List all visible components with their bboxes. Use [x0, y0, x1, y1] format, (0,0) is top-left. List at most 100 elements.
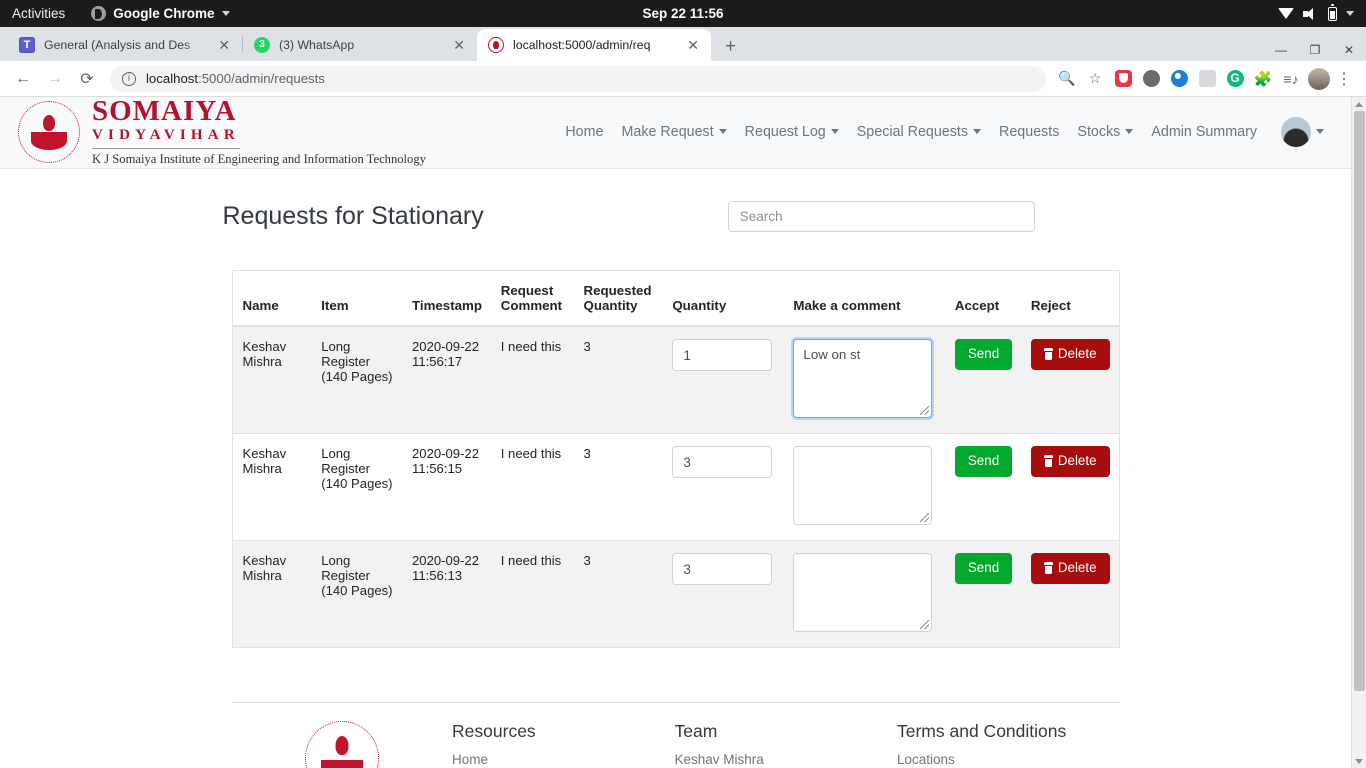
comment-textarea[interactable] — [793, 553, 933, 632]
close-icon[interactable]: ✕ — [684, 36, 702, 54]
page-scrollbar[interactable] — [1351, 97, 1366, 768]
kebab-menu-icon[interactable]: ⋮ — [1334, 69, 1358, 89]
cell-item: Long Register (140 Pages) — [311, 433, 403, 541]
maximize-button[interactable]: ❐ — [1298, 43, 1332, 57]
table-header-row: Name Item Timestamp Request Comment Requ… — [232, 271, 1119, 327]
somaiya-icon — [488, 37, 504, 53]
requests-table-container: Name Item Timestamp Request Comment Requ… — [231, 270, 1120, 648]
bug-extension-icon[interactable] — [1138, 66, 1164, 92]
site-footer: © 2020 Resources Home Make requests Requ… — [231, 702, 1120, 768]
cell-item: Long Register (140 Pages) — [311, 540, 403, 647]
os-status-tray[interactable] — [1278, 4, 1366, 21]
reading-list-icon[interactable]: ≡♪ — [1278, 66, 1304, 92]
table-body: Keshav Mishra Long Register (140 Pages) … — [232, 325, 1119, 647]
whatsapp-icon — [254, 37, 270, 53]
bookmark-star-icon[interactable]: ☆ — [1082, 66, 1108, 92]
scroll-up-button[interactable] — [1352, 97, 1366, 111]
cell-accept: Send — [944, 433, 1021, 541]
search-icon[interactable]: 🔍 — [1054, 66, 1080, 92]
cell-reject: Delete — [1020, 325, 1119, 434]
send-button[interactable]: Send — [954, 339, 1013, 370]
nav-item-special-requests[interactable]: Special Requests — [848, 118, 990, 146]
page-viewport: SOMAIYA VIDYAVIHAR K J Somaiya Institute… — [0, 97, 1366, 768]
nav-item-make-request[interactable]: Make Request — [612, 118, 735, 146]
page-content: SOMAIYA VIDYAVIHAR K J Somaiya Institute… — [0, 97, 1351, 768]
nav-item-stocks[interactable]: Stocks — [1068, 118, 1142, 146]
cell-requested-quantity: 3 — [573, 433, 663, 541]
footer-link-team-member[interactable]: Keshav Mishra — [675, 752, 897, 767]
grid-extension-icon[interactable] — [1194, 66, 1220, 92]
nav-item-home[interactable]: Home — [556, 118, 612, 146]
delete-button[interactable]: Delete — [1030, 553, 1110, 584]
search-input[interactable] — [727, 201, 1035, 232]
comment-textarea[interactable] — [791, 337, 935, 420]
close-window-button[interactable]: ✕ — [1332, 43, 1366, 57]
tab-title: localhost:5000/admin/req — [513, 38, 651, 52]
quantity-input[interactable] — [672, 553, 773, 585]
activities-button[interactable]: Activities — [0, 6, 79, 21]
scroll-down-button[interactable] — [1352, 754, 1366, 768]
quantity-input[interactable] — [672, 446, 773, 478]
column-header-name: Name — [232, 271, 312, 327]
address-bar-url: localhost:5000/admin/requests — [146, 71, 325, 86]
cell-accept: Send — [944, 325, 1021, 434]
forward-button[interactable]: → — [40, 70, 70, 88]
nav-label: Admin Summary — [1151, 123, 1257, 140]
teams-icon — [19, 37, 35, 53]
puzzle-extensions-icon[interactable]: 🧩 — [1250, 66, 1276, 92]
site-info-icon[interactable]: i — [122, 71, 136, 86]
column-header-item: Item — [311, 271, 403, 327]
chevron-down-icon — [718, 129, 727, 134]
page-title: Requests for Stationary — [222, 202, 484, 230]
close-icon[interactable]: ✕ — [215, 36, 233, 54]
column-header-quantity: Quantity — [662, 271, 784, 327]
cell-reject: Delete — [1020, 540, 1119, 647]
chevron-down-icon — [1346, 11, 1354, 16]
nav-item-request-log[interactable]: Request Log — [736, 118, 848, 146]
site-header: SOMAIYA VIDYAVIHAR K J Somaiya Institute… — [0, 97, 1351, 169]
scrollbar-thumb[interactable] — [1354, 111, 1365, 691]
close-icon[interactable]: ✕ — [450, 36, 468, 54]
browser-tab-active[interactable]: localhost:5000/admin/req ✕ — [477, 29, 711, 61]
delete-button[interactable]: Delete — [1030, 339, 1110, 370]
footer-link-home[interactable]: Home — [452, 752, 674, 767]
browser-tab[interactable]: (3) WhatsApp ✕ — [243, 29, 477, 61]
cell-comment — [783, 433, 945, 541]
tab-title: General (Analysis and Des — [44, 38, 191, 52]
new-tab-button[interactable]: + — [711, 37, 748, 61]
profile-avatar[interactable] — [1306, 66, 1332, 92]
cell-timestamp: 2020-09-22 11:56:15 — [402, 433, 491, 541]
address-bar[interactable]: i localhost:5000/admin/requests — [110, 65, 1046, 92]
quantity-input[interactable] — [672, 339, 773, 371]
send-button[interactable]: Send — [954, 446, 1013, 477]
user-menu[interactable] — [1266, 111, 1333, 153]
active-app-menu[interactable]: Google Chrome — [79, 6, 230, 21]
browser-tab[interactable]: General (Analysis and Des ✕ — [8, 29, 242, 61]
somaiya-emblem-icon — [304, 721, 379, 768]
back-button[interactable]: ← — [8, 70, 38, 88]
reload-button[interactable]: ⟳ — [72, 69, 102, 89]
comment-textarea[interactable] — [793, 446, 933, 525]
logo-line-1: SOMAIYA — [92, 97, 237, 127]
cell-request-comment: I need this — [490, 433, 574, 541]
cell-accept: Send — [944, 540, 1021, 647]
footer-link-locations[interactable]: Locations — [897, 752, 1119, 767]
nav-item-requests[interactable]: Requests — [990, 118, 1068, 146]
cell-requested-quantity: 3 — [573, 540, 663, 647]
shield-extension-icon[interactable] — [1110, 66, 1136, 92]
blue-circle-extension-icon[interactable] — [1166, 66, 1192, 92]
send-button[interactable]: Send — [954, 553, 1013, 584]
nav-label: Requests — [999, 123, 1060, 140]
column-header-accept: Accept — [944, 271, 1021, 327]
footer-column-resources: Resources Home Make requests Requests Lo… — [452, 721, 674, 768]
site-logo[interactable]: SOMAIYA VIDYAVIHAR K J Somaiya Institute… — [18, 97, 426, 167]
cell-item: Long Register (140 Pages) — [311, 325, 403, 434]
delete-button[interactable]: Delete — [1030, 446, 1110, 477]
footer-heading: Terms and Conditions — [897, 721, 1067, 741]
nav-item-admin-summary[interactable]: Admin Summary — [1142, 118, 1266, 146]
minimize-button[interactable]: — — [1264, 43, 1298, 57]
grammarly-extension-icon[interactable] — [1222, 66, 1248, 92]
column-header-make-a-comment: Make a comment — [783, 271, 945, 327]
delete-label: Delete — [1057, 560, 1097, 575]
cell-reject: Delete — [1020, 433, 1119, 541]
